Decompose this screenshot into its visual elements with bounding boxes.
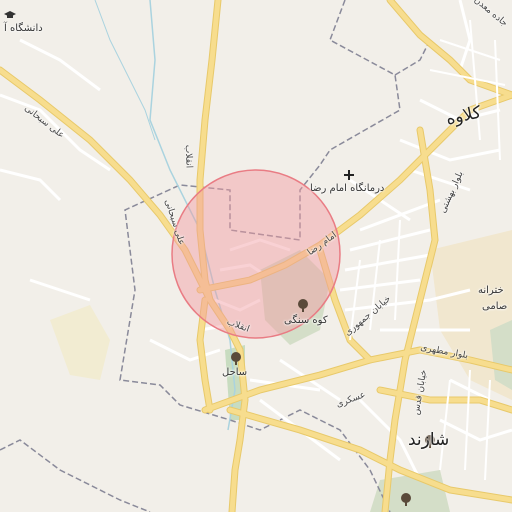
cross-icon[interactable] — [344, 170, 354, 180]
place-label-khatrane[interactable]: خترانه — [478, 286, 504, 296]
place-label-sahel[interactable]: ساحل — [222, 368, 247, 378]
place-label-sami[interactable]: صامی — [482, 302, 507, 312]
landuse-area — [50, 305, 110, 380]
place-label-kooh-sangi[interactable]: کوه سنگی — [284, 316, 328, 326]
university-label[interactable]: دانشگاه آ — [4, 24, 43, 34]
graduation-cap-icon[interactable] — [4, 11, 16, 18]
road-label-enghelab: انقلاب — [182, 144, 194, 169]
map-view[interactable]: دانشگاه آ علی سبحانی انقلاب علی سبحانی ا… — [0, 0, 512, 512]
stream — [94, 0, 156, 141]
clinic-label[interactable]: درمانگاه امام رضا — [310, 184, 384, 194]
place-label-shazand[interactable]: شازند — [408, 432, 449, 449]
